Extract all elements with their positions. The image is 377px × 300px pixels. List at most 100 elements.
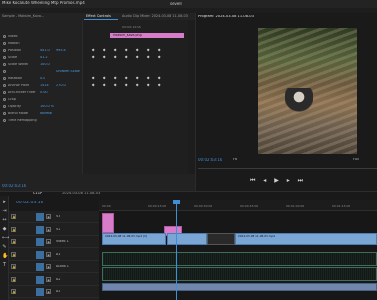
timeline-video-clip[interactable] <box>167 233 207 245</box>
eye-icon[interactable]: ◉ <box>46 276 51 282</box>
eye-icon[interactable]: ◉ <box>46 214 51 219</box>
playhead-handle[interactable] <box>173 200 180 204</box>
lock-icon[interactable]: 🔒 <box>11 214 16 219</box>
effect-property-row[interactable]: Video <box>0 34 82 39</box>
stopwatch-icon[interactable] <box>3 84 6 87</box>
timeline-audio-clip[interactable] <box>102 252 377 266</box>
track-header-row[interactable]: 🔒 ◉ V3 <box>9 211 99 223</box>
playback-quality-select[interactable]: Full <box>353 158 359 161</box>
effect-property-label: Anti-flicker Filter <box>8 91 36 94</box>
hand-tool-icon[interactable]: ✋ <box>2 254 8 259</box>
stopwatch-icon[interactable] <box>3 63 6 66</box>
timeline-audio-clip[interactable] <box>102 283 377 291</box>
stopwatch-icon[interactable] <box>3 91 6 94</box>
lock-icon[interactable]: 🔒 <box>11 239 16 244</box>
pen-tool-icon[interactable]: ✎ <box>2 245 7 250</box>
tab-source[interactable]: Sample - Maksim_Kova... <box>0 13 76 20</box>
stopwatch-icon[interactable] <box>3 35 6 38</box>
track-header-row[interactable]: 🔒 ◉ A1 <box>9 249 99 261</box>
stopwatch-icon[interactable] <box>3 98 6 101</box>
slip-tool-icon[interactable]: ⟷ <box>2 236 9 241</box>
effect-property-value[interactable]: 1414 <box>40 84 49 87</box>
effect-property-value[interactable]: 441.0 <box>40 49 50 52</box>
stopwatch-icon[interactable] <box>3 105 6 108</box>
selection-tool-icon[interactable]: ▸ <box>2 200 7 205</box>
stopwatch-icon[interactable] <box>3 119 6 122</box>
effect-property-value-2[interactable]: Uniform Scale <box>56 70 80 73</box>
track-target-toggle[interactable] <box>36 238 44 246</box>
track-target-toggle[interactable] <box>36 288 44 296</box>
ruler-tick-label: 00:00:30:00 <box>194 205 213 208</box>
track-header-row[interactable]: 🔒 ◉ A2 <box>9 274 99 286</box>
stopwatch-icon[interactable] <box>3 56 6 59</box>
track-header-row[interactable]: 🔒 ◉ A3 <box>9 286 99 298</box>
effect-property-value[interactable]: 41.2 <box>40 56 48 59</box>
timeline-tab-sequence[interactable]: 2024-03-08 11-08-03 <box>62 192 100 196</box>
stopwatch-icon[interactable] <box>3 42 6 45</box>
timeline-tab-c11p[interactable]: C11P <box>33 192 42 196</box>
timeline-audio-clip[interactable] <box>102 267 377 281</box>
track-target-toggle[interactable] <box>36 250 44 259</box>
effect-property-row[interactable]: Uniform Scale <box>0 69 82 74</box>
track-target-toggle[interactable] <box>36 225 44 234</box>
effect-property-row[interactable]: Scale Width 100.0 <box>0 62 82 67</box>
timeline-video-clip-thumb[interactable] <box>207 233 235 245</box>
eye-icon[interactable]: ◉ <box>46 239 51 244</box>
effect-property-row[interactable]: Crop <box>0 97 82 102</box>
timeline-video-clip[interactable]: 2024-03-08 11-08-03.mp4 [V] <box>102 233 166 245</box>
track-select-tool-icon[interactable]: ⇥ <box>2 209 7 214</box>
track-header-row[interactable]: 🔒 ◉ Audio 1 <box>9 261 99 273</box>
video-rider-figure <box>285 88 313 118</box>
transport-controls[interactable]: ⏮ ◂ ▶ ▸ ⏭ <box>250 178 306 184</box>
effect-property-row[interactable]: Anti-flicker Filter 0.00 <box>0 90 82 95</box>
eye-icon[interactable]: ◉ <box>46 251 51 257</box>
program-scrub-ruler[interactable] <box>198 168 377 171</box>
effect-property-value[interactable]: Normal <box>40 112 52 115</box>
eye-icon[interactable]: ◉ <box>46 289 51 294</box>
lock-icon[interactable]: 🔒 <box>11 264 16 269</box>
track-target-toggle[interactable] <box>36 213 44 221</box>
lock-icon[interactable]: 🔒 <box>11 276 16 282</box>
effect-property-value-2[interactable]: 995.4 <box>56 49 66 52</box>
effect-keyframe-timeline[interactable] <box>82 20 188 174</box>
effect-property-value[interactable]: 100.0 % <box>40 105 54 108</box>
effect-property-row[interactable]: Blend Mode Normal <box>0 111 82 116</box>
lock-icon[interactable]: 🔒 <box>11 226 16 232</box>
eye-icon[interactable]: ◉ <box>46 226 51 232</box>
track-target-toggle[interactable] <box>36 275 44 284</box>
ripple-edit-tool-icon[interactable]: ↔ <box>2 218 7 223</box>
lock-icon[interactable]: 🔒 <box>11 289 16 294</box>
effect-property-label: Rotation <box>8 77 23 80</box>
effect-property-row[interactable]: Opacity 100.0 % <box>0 104 82 109</box>
stopwatch-icon[interactable] <box>3 70 6 73</box>
effect-property-value[interactable]: 0.00 <box>40 91 48 94</box>
timeline-timecode[interactable]: 00:02:03:16 <box>16 201 43 206</box>
razor-tool-icon[interactable]: ◆ <box>2 227 7 232</box>
program-timecode[interactable]: 00:02:03:16 <box>198 158 222 162</box>
type-tool-icon[interactable]: T <box>2 263 7 268</box>
stopwatch-icon[interactable] <box>3 112 6 115</box>
track-header-row[interactable]: 🔒 ◉ V2 <box>9 224 99 236</box>
lock-icon[interactable]: 🔒 <box>11 251 16 257</box>
track-header-row[interactable]: 🔒 ◉ Video 1 <box>9 236 99 248</box>
tools-panel: ▸ ⇥ ↔ ◆ ⟷ ✎ ✋ T <box>0 196 9 300</box>
track-target-toggle[interactable] <box>36 263 44 271</box>
effect-property-row[interactable]: Anchor Point 1414 270.0 <box>0 83 82 88</box>
effect-property-row[interactable]: Motion <box>0 41 82 46</box>
eye-icon[interactable]: ◉ <box>46 264 51 269</box>
effect-property-value[interactable]: 100.0 <box>40 63 50 66</box>
effect-property-row[interactable]: Position 441.0 995.4 <box>0 48 82 53</box>
tab-audio-clip-mixer[interactable]: Audio Clip Mixer: 2024-03-08 11-08-03 <box>120 13 188 20</box>
stopwatch-icon[interactable] <box>3 49 6 52</box>
effect-property-row[interactable]: Rotation 0.0 <box>0 76 82 81</box>
effect-property-value[interactable]: 0.0 <box>40 77 45 80</box>
effect-property-value-2[interactable]: 270.0 <box>56 84 66 87</box>
stopwatch-icon[interactable] <box>3 77 6 80</box>
zoom-fit-select[interactable]: Fit <box>233 158 237 161</box>
tab-effect-controls[interactable]: Effect Controls <box>84 13 118 20</box>
timeline-video-clip[interactable]: 2024-03-08 11-08-03.mp4 <box>235 233 377 245</box>
effect-property-row[interactable]: Time Remapping <box>0 118 82 123</box>
effect-property-row[interactable]: Scale 41.2 <box>0 55 82 60</box>
timeline-clip[interactable] <box>102 213 114 233</box>
playhead-line[interactable] <box>176 200 177 300</box>
